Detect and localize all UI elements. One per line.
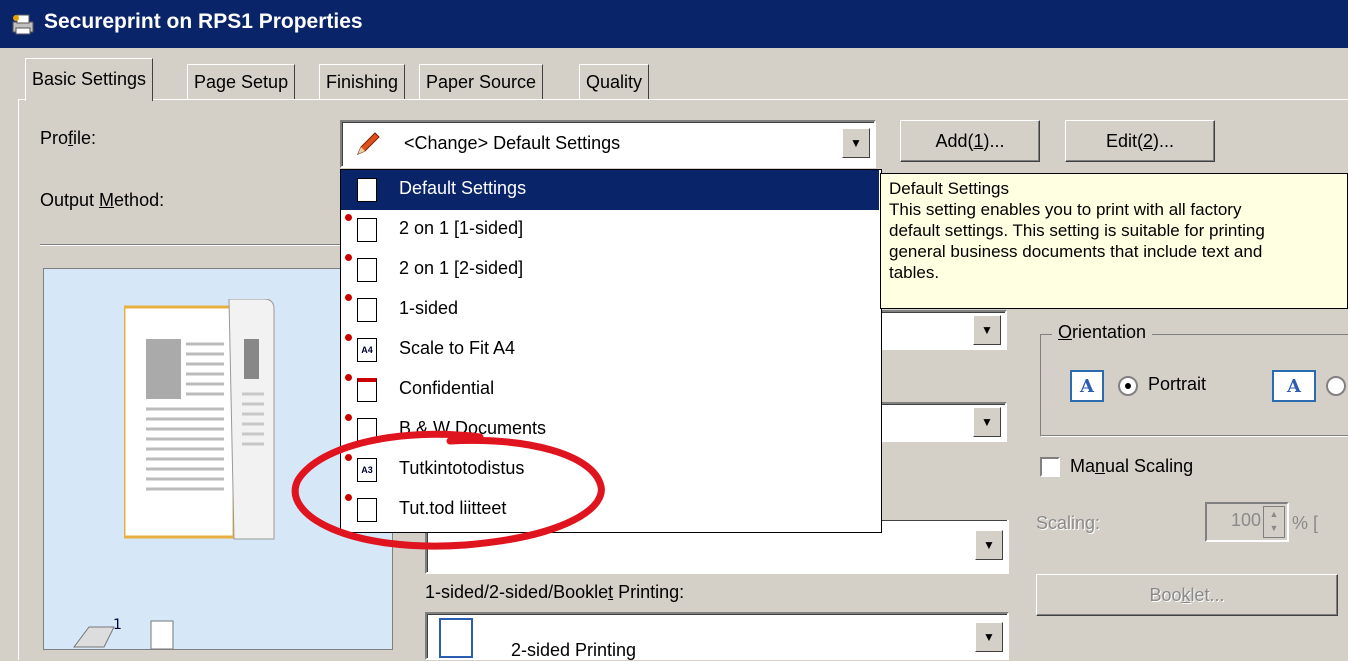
list-item-1-sided[interactable]: 1-sided bbox=[341, 290, 879, 330]
scaling-spinner[interactable]: ▲ ▼ bbox=[1263, 506, 1285, 538]
duplex-value: 2-sided Printing bbox=[511, 640, 637, 660]
tab-quality[interactable]: Quality bbox=[579, 64, 650, 99]
1-sided-icon bbox=[357, 298, 377, 322]
a4-icon: A4 bbox=[357, 338, 377, 362]
pencil-icon bbox=[357, 132, 380, 155]
red-dot-icon bbox=[345, 414, 352, 421]
tooltip-line: This setting enables you to print with a… bbox=[889, 200, 1242, 219]
profile-label: Profile: bbox=[40, 128, 97, 148]
window-title: Secureprint on RPS1 Properties bbox=[44, 10, 363, 33]
tab-finishing[interactable]: Finishing bbox=[319, 64, 406, 99]
separator bbox=[40, 244, 340, 246]
list-item-scale-to-fit-a4[interactable]: A4 Scale to Fit A4 bbox=[341, 330, 879, 370]
chevron-down-icon: ▼ bbox=[850, 136, 862, 150]
title-bar: Secureprint on RPS1 Properties bbox=[0, 0, 1348, 48]
list-item-2on1-1sided[interactable]: 2 on 1 [1-sided] bbox=[341, 210, 879, 250]
scaling-unit: % [ bbox=[1292, 513, 1319, 533]
printer-icon bbox=[12, 14, 34, 35]
edit-profile-button[interactable]: Edit(2)... bbox=[1065, 120, 1215, 162]
page-icon bbox=[357, 178, 377, 202]
paper-size-select[interactable]: ▼ bbox=[880, 310, 1007, 350]
scaling-input[interactable]: 100 ▲ ▼ bbox=[1205, 502, 1289, 542]
tab-paper-source[interactable]: Paper Source bbox=[419, 64, 544, 99]
chevron-down-icon: ▼ bbox=[981, 415, 993, 429]
duplex-page-icon bbox=[439, 618, 473, 658]
paper-size-dropdown-button[interactable]: ▼ bbox=[973, 315, 1001, 345]
output-size-dropdown-button[interactable]: ▼ bbox=[973, 407, 1001, 437]
output-size-select[interactable]: ▼ bbox=[880, 402, 1007, 442]
svg-text:1: 1 bbox=[113, 617, 122, 633]
chevron-down-icon: ▼ bbox=[981, 323, 993, 337]
annotation-ellipse bbox=[291, 430, 605, 550]
list-item-confidential[interactable]: Confidential bbox=[341, 370, 879, 410]
output-method-label: Output Method: bbox=[40, 190, 165, 210]
landscape-radio[interactable] bbox=[1326, 376, 1346, 396]
chevron-down-icon: ▼ bbox=[983, 630, 995, 644]
list-item-default-settings[interactable]: Default Settings bbox=[341, 170, 879, 210]
portrait-icon: A bbox=[1070, 370, 1104, 402]
2on1-duplex-icon bbox=[357, 258, 377, 282]
scaling-label: Scaling: bbox=[1036, 513, 1101, 533]
duplex-label: 1-sided/2-sided/Booklet Printing: bbox=[425, 582, 685, 602]
red-dot-icon bbox=[345, 294, 352, 301]
chevron-down-icon: ▼ bbox=[983, 538, 995, 552]
layout-dropdown-button[interactable]: ▼ bbox=[975, 530, 1003, 560]
profile-value: <Change> Default Settings bbox=[404, 133, 621, 153]
add-profile-button[interactable]: Add(1)... bbox=[900, 120, 1040, 162]
orientation-label: Orientation bbox=[1052, 322, 1153, 343]
2on1-icon bbox=[357, 218, 377, 242]
red-dot-icon bbox=[345, 374, 352, 381]
printer-paper-icon: 1 bbox=[73, 617, 174, 649]
red-dot-icon bbox=[345, 214, 352, 221]
list-item-2on1-2sided[interactable]: 2 on 1 [2-sided] bbox=[341, 250, 879, 290]
tab-page-setup[interactable]: Page Setup bbox=[187, 64, 296, 99]
profile-tooltip: Default Settings This setting enables yo… bbox=[880, 173, 1348, 309]
red-dot-icon bbox=[345, 334, 352, 341]
tooltip-title: Default Settings bbox=[889, 179, 1010, 198]
profile-select[interactable]: <Change> Default Settings ▼ bbox=[340, 120, 876, 168]
profile-dropdown-button[interactable]: ▼ bbox=[842, 128, 870, 158]
portrait-label: Portrait bbox=[1148, 374, 1207, 394]
booklet-button[interactable]: Booklet... bbox=[1036, 574, 1338, 616]
tooltip-line: tables. bbox=[889, 263, 940, 282]
tab-basic-settings[interactable]: Basic Settings bbox=[25, 58, 154, 101]
confidential-icon bbox=[357, 378, 377, 402]
manual-scaling-label: Manual Scaling bbox=[1070, 456, 1194, 476]
manual-scaling-checkbox[interactable] bbox=[1040, 457, 1060, 477]
landscape-icon: A bbox=[1272, 370, 1316, 402]
duplex-select[interactable]: 2-sided Printing ▼ bbox=[425, 612, 1009, 660]
portrait-radio[interactable] bbox=[1118, 376, 1138, 396]
tooltip-line: default settings. This setting is suitab… bbox=[889, 221, 1265, 240]
red-dot-icon bbox=[345, 254, 352, 261]
tooltip-line: general business documents that include … bbox=[889, 242, 1263, 261]
